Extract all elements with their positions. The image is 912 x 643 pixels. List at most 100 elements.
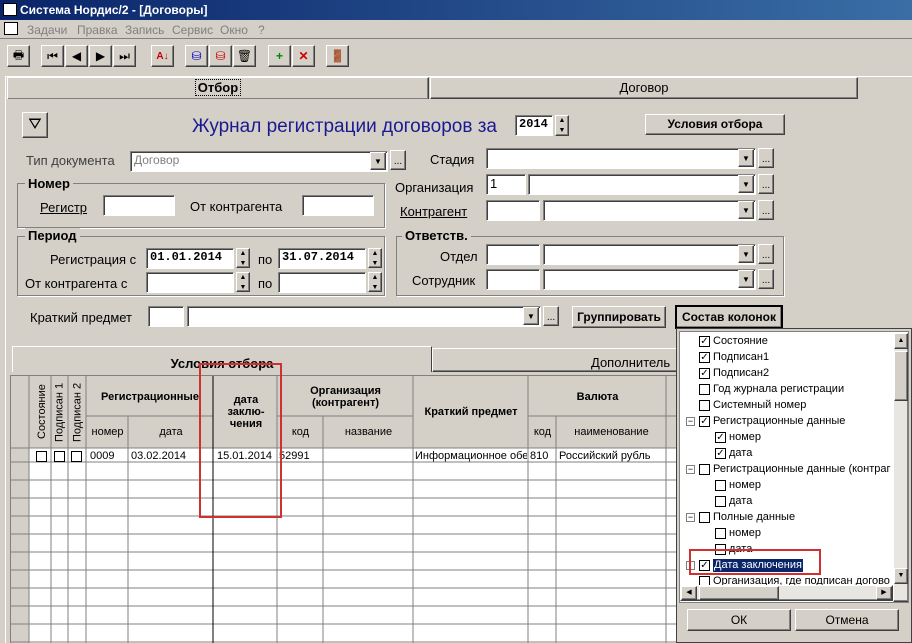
- tree-item-checkbox[interactable]: ✓: [715, 448, 726, 459]
- scroll-thumb[interactable]: [894, 351, 908, 401]
- reg-to-spinner[interactable]: ▲ ▼: [368, 248, 382, 268]
- tree-item[interactable]: − Регистрационные данные (контраг: [686, 463, 891, 476]
- add-record-icon[interactable]: +: [268, 45, 291, 67]
- col-org-name[interactable]: название: [324, 426, 413, 438]
- employee-name-field[interactable]: [543, 269, 756, 290]
- employee-ellipsis[interactable]: ...: [758, 269, 774, 289]
- tree-item[interactable]: − ✓ Регистрационные данные: [686, 415, 845, 428]
- last-record-icon[interactable]: ⏭: [113, 45, 136, 67]
- tree-item-checkbox[interactable]: [699, 512, 710, 523]
- tab-filter[interactable]: Отбор: [7, 77, 429, 99]
- subject-dropdown[interactable]: ▼: [523, 307, 539, 325]
- tree-item-checkbox[interactable]: ✓: [699, 368, 710, 379]
- expand-toggle-icon[interactable]: −: [686, 417, 695, 426]
- col-reg-number[interactable]: номер: [87, 426, 128, 438]
- expand-toggle-icon[interactable]: −: [686, 513, 695, 522]
- ok-button[interactable]: ОК: [687, 609, 791, 631]
- tree-item[interactable]: номер: [702, 527, 761, 540]
- col-organization[interactable]: Организация (контрагент): [278, 378, 413, 416]
- contractor-from-field[interactable]: [146, 272, 234, 293]
- cell-org-code[interactable]: 52991: [279, 450, 323, 462]
- tree-item-checkbox[interactable]: ✓: [699, 336, 710, 347]
- contractor-name-field[interactable]: [543, 200, 756, 221]
- contractor-code-field[interactable]: [486, 200, 540, 221]
- register-link[interactable]: Регистр: [40, 200, 87, 215]
- tree-item[interactable]: Год журнала регистрации: [686, 383, 844, 396]
- conditions-button[interactable]: Условия отбора: [645, 114, 785, 135]
- subject-name-field[interactable]: [187, 306, 541, 327]
- delete-record-icon[interactable]: ✕: [292, 45, 315, 67]
- db-up-icon[interactable]: ⛁: [209, 45, 232, 67]
- tree-item[interactable]: ✓ Состояние: [686, 335, 768, 348]
- exit-icon[interactable]: 🚪: [326, 45, 349, 67]
- tree-item-checkbox[interactable]: [715, 480, 726, 491]
- tree-item-checkbox[interactable]: [715, 496, 726, 507]
- col-state[interactable]: Состояние: [33, 380, 51, 444]
- tree-item-checkbox[interactable]: ✓: [699, 352, 710, 363]
- tree-item-checkbox[interactable]: [699, 384, 710, 395]
- expand-toggle-icon[interactable]: −: [686, 465, 695, 474]
- filter-icon[interactable]: ⛛: [22, 112, 48, 138]
- doc-type-ellipsis[interactable]: ...: [390, 150, 406, 170]
- subject-ellipsis[interactable]: ...: [543, 306, 559, 326]
- tree-item[interactable]: номер: [702, 479, 761, 492]
- scroll-up-icon[interactable]: ▲: [894, 333, 908, 349]
- tree-item[interactable]: ✓ дата: [702, 447, 752, 460]
- group-button[interactable]: Группировать: [572, 306, 666, 328]
- doc-icon[interactable]: [4, 22, 18, 35]
- dept-code-field[interactable]: [486, 244, 540, 265]
- tree-vscrollbar[interactable]: ▲ ▼: [893, 332, 908, 602]
- employee-code-field[interactable]: [486, 269, 540, 290]
- cancel-button[interactable]: Отмена: [795, 609, 899, 631]
- menu-service[interactable]: Сервис: [172, 23, 213, 37]
- from-contractor-field[interactable]: [302, 195, 374, 216]
- print-icon[interactable]: 🖶: [7, 45, 30, 67]
- contractor-from-spinner[interactable]: ▲ ▼: [236, 272, 250, 292]
- db-down-icon[interactable]: ⛁: [185, 45, 208, 67]
- cell-cur-name[interactable]: Российский рубль: [559, 450, 665, 462]
- stage-dropdown[interactable]: ▼: [738, 149, 754, 167]
- tab-contract[interactable]: Договор: [430, 77, 858, 99]
- doc-type-field[interactable]: Договор: [130, 151, 388, 172]
- row-signed2-checkbox[interactable]: [71, 451, 82, 462]
- row-state-checkbox[interactable]: [36, 451, 47, 462]
- employee-dropdown[interactable]: ▼: [738, 270, 754, 288]
- hscroll-thumb[interactable]: [699, 586, 779, 600]
- col-currency[interactable]: Валюта: [529, 378, 666, 416]
- org-ellipsis[interactable]: ...: [758, 174, 774, 194]
- tree-hscrollbar[interactable]: ◀ ▶: [680, 585, 893, 601]
- data-grid[interactable]: Состояние Подписан 1 Подписан 2 Регистра…: [10, 375, 680, 643]
- org-dropdown[interactable]: ▼: [738, 175, 754, 193]
- tree-item[interactable]: ✓ Подписан1: [686, 351, 769, 364]
- prev-record-icon[interactable]: ◀: [65, 45, 88, 67]
- col-subject[interactable]: Краткий предмет: [414, 378, 528, 446]
- tree-item[interactable]: − Полные данные: [686, 511, 795, 524]
- contractor-to-spinner[interactable]: ▲ ▼: [368, 272, 382, 292]
- first-record-icon[interactable]: ⏮: [41, 45, 64, 67]
- contractor-dropdown[interactable]: ▼: [738, 201, 754, 219]
- contractor-ellipsis[interactable]: ...: [758, 200, 774, 220]
- tree-item-checkbox[interactable]: ✓: [715, 432, 726, 443]
- col-signed1[interactable]: Подписан 1: [51, 380, 68, 444]
- subject-code-field[interactable]: [148, 306, 184, 327]
- register-field[interactable]: [103, 195, 175, 216]
- scroll-down-icon[interactable]: ▼: [894, 568, 908, 584]
- year-spinner[interactable]: ▲ ▼: [555, 115, 569, 136]
- col-signed2[interactable]: Подписан 2: [69, 380, 86, 444]
- reg-from-field[interactable]: 01.01.2014: [146, 248, 234, 269]
- tree-item[interactable]: дата: [702, 495, 752, 508]
- org-name-field[interactable]: [528, 174, 756, 195]
- tree-item-checkbox[interactable]: [715, 528, 726, 539]
- stage-ellipsis[interactable]: ...: [758, 148, 774, 168]
- tree-item[interactable]: ✓ номер: [702, 431, 761, 444]
- cell-cur-code[interactable]: 810: [530, 450, 556, 462]
- menu-record[interactable]: Запись: [125, 23, 164, 37]
- columns-button[interactable]: Состав колонок: [675, 305, 783, 329]
- menu-tasks[interactable]: Задачи: [27, 23, 67, 37]
- org-code-field[interactable]: 1: [486, 174, 526, 195]
- col-cur-name[interactable]: наименование: [557, 426, 666, 438]
- contractor-link[interactable]: Контрагент: [400, 204, 467, 219]
- next-record-icon[interactable]: ▶: [89, 45, 112, 67]
- reg-to-field[interactable]: 31.07.2014: [278, 248, 366, 269]
- col-cur-code[interactable]: код: [529, 426, 556, 438]
